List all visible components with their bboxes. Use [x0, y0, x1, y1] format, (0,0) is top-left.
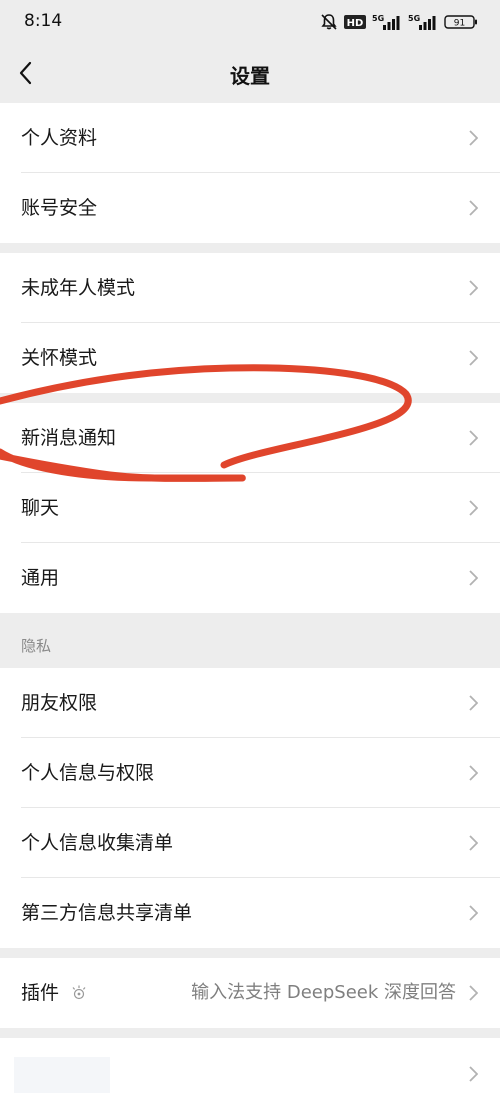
chevron-right-icon — [469, 430, 478, 446]
page-title: 设置 — [230, 64, 270, 88]
row-label: 个人资料 — [21, 127, 98, 149]
row-label: 通用 — [21, 567, 60, 589]
settings-row-minor-mode[interactable]: 未成年人模式 — [0, 253, 500, 323]
battery-icon: 91 — [444, 15, 477, 29]
settings-row-general[interactable]: 通用 — [0, 543, 500, 613]
nav-bar: 设置 — [0, 44, 500, 102]
row-label: 个人信息与权限 — [21, 762, 155, 784]
chevron-right-icon — [469, 200, 478, 216]
settings-row-personal-info-collection[interactable]: 个人信息收集清单 — [0, 808, 500, 878]
signal-label-1: 5G — [372, 14, 384, 23]
settings-group-account: 个人资料 账号安全 — [0, 103, 500, 243]
signal-label-2: 5G — [408, 14, 420, 23]
row-label: 个人信息收集清单 — [21, 832, 174, 854]
settings-group-plugins: 插件 输入法支持 DeepSeek 深度回答 — [0, 958, 500, 1028]
settings-row-new-message-notifications[interactable]: 新消息通知 — [0, 403, 500, 473]
chevron-right-icon — [469, 280, 478, 296]
chevron-right-icon — [469, 500, 478, 516]
settings-group-privacy: 朋友权限 个人信息与权限 个人信息收集清单 第三方信息共享清单 — [0, 668, 500, 948]
settings-row-plugins[interactable]: 插件 输入法支持 DeepSeek 深度回答 — [0, 958, 500, 1028]
chevron-right-icon — [469, 985, 478, 1001]
settings-group-general: 新消息通知 聊天 通用 — [0, 403, 500, 613]
section-label-privacy: 隐私 — [21, 637, 52, 655]
signal-icon: 5G — [372, 14, 400, 30]
signal-icon: 5G — [408, 14, 436, 30]
chevron-right-icon — [469, 130, 478, 146]
settings-row-third-party-sharing[interactable]: 第三方信息共享清单 — [0, 878, 500, 948]
settings-row-profile[interactable]: 个人资料 — [0, 103, 500, 173]
settings-row-care-mode[interactable]: 关怀模式 — [0, 323, 500, 393]
settings-screen: 8:14 HD 5G 5G 91 设置 个人资料 账号安全 未成年人模式 关怀模… — [0, 0, 500, 1099]
status-icons: HD 5G 5G 91 — [320, 12, 478, 32]
row-label: 账号安全 — [21, 197, 98, 219]
blurred-placeholder — [14, 1057, 110, 1093]
settings-row-personal-info-permissions[interactable]: 个人信息与权限 — [0, 738, 500, 808]
chevron-right-icon — [469, 835, 478, 851]
settings-row-friend-permissions[interactable]: 朋友权限 — [0, 668, 500, 738]
settings-row-account-security[interactable]: 账号安全 — [0, 173, 500, 243]
status-time: 8:14 — [24, 11, 63, 31]
chevron-right-icon — [469, 905, 478, 921]
hd-icon: HD — [344, 15, 366, 29]
settings-row-chat[interactable]: 聊天 — [0, 473, 500, 543]
row-label: 关怀模式 — [21, 347, 98, 369]
hd-badge-text: HD — [347, 18, 364, 29]
row-label: 聊天 — [21, 497, 60, 519]
row-label: 插件 — [21, 982, 60, 1004]
row-label: 未成年人模式 — [21, 277, 136, 299]
chevron-right-icon — [469, 570, 478, 586]
sparkle-icon — [72, 985, 86, 1000]
status-bar: 8:14 HD 5G 5G 91 — [0, 0, 500, 44]
plugins-value: 输入法支持 DeepSeek 深度回答 — [191, 982, 456, 1003]
settings-group-modes: 未成年人模式 关怀模式 — [0, 253, 500, 393]
chevron-right-icon — [469, 1066, 478, 1082]
chevron-right-icon — [469, 765, 478, 781]
chevron-right-icon — [469, 695, 478, 711]
mute-bell-icon — [321, 14, 337, 30]
row-label: 朋友权限 — [21, 692, 98, 714]
chevron-right-icon — [469, 350, 478, 366]
battery-level: 91 — [454, 19, 465, 29]
row-label: 第三方信息共享清单 — [21, 902, 193, 924]
row-label: 新消息通知 — [21, 427, 117, 449]
